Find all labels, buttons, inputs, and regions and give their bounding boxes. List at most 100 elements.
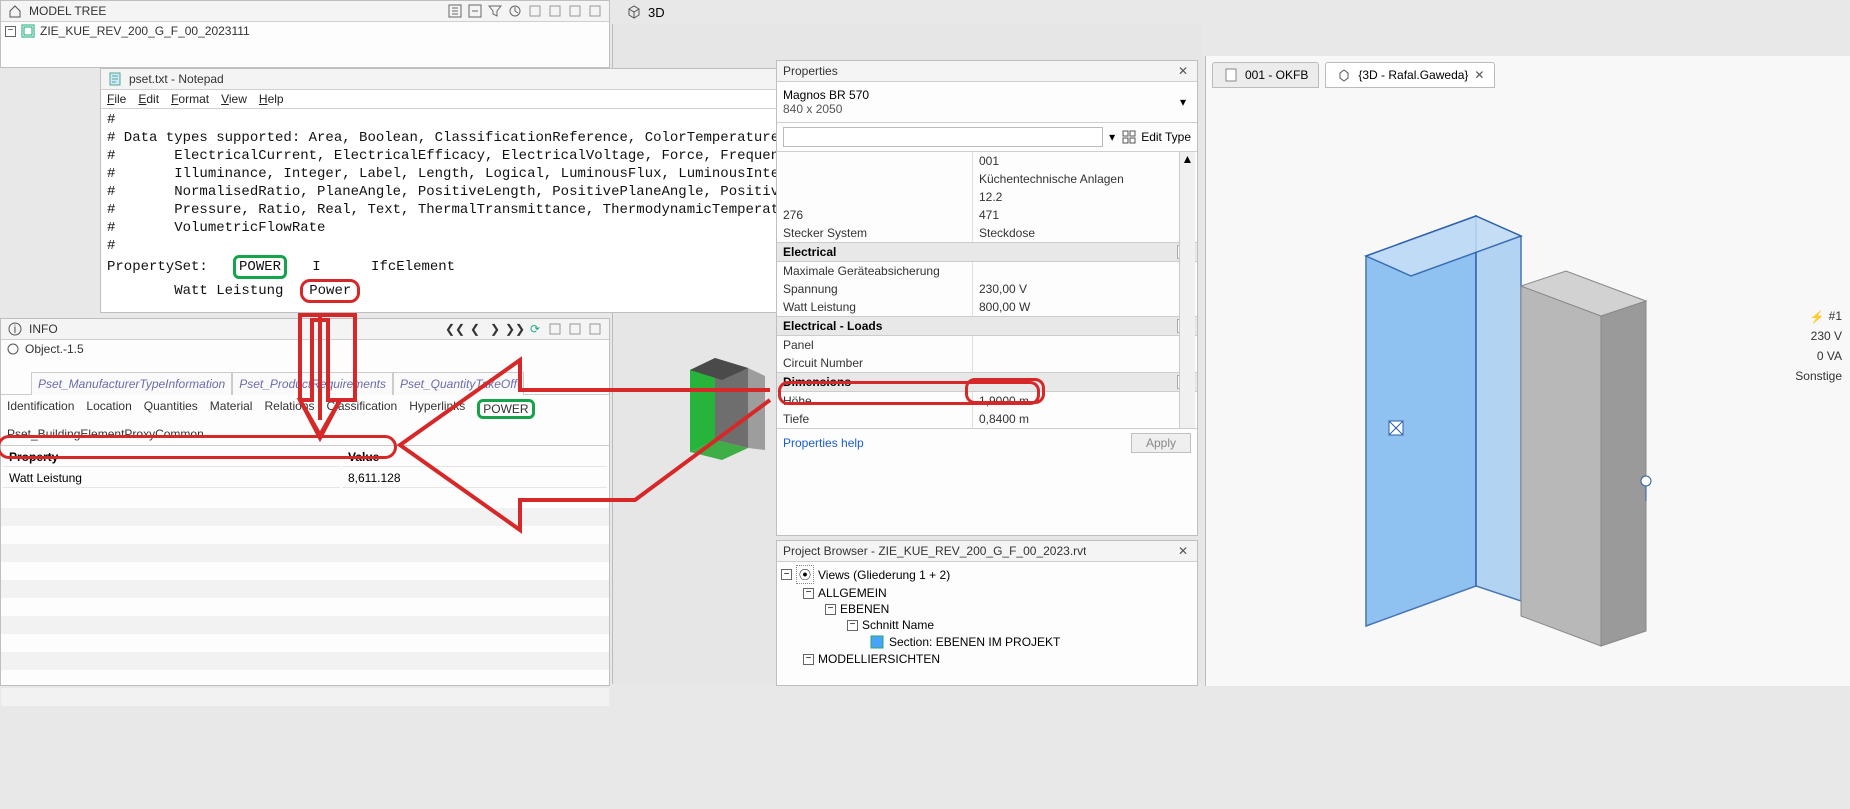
tab-identification[interactable]: Identification — [1, 395, 80, 423]
prop-row[interactable]: Panel — [777, 336, 1197, 354]
info-sub-tabs[interactable]: Identification Location Quantities Mater… — [1, 395, 609, 446]
browser-node-allgemein[interactable]: − ALLGEMEIN — [781, 585, 1193, 601]
menu-format[interactable]: Format — [171, 92, 209, 106]
menu-edit[interactable]: Edit — [138, 92, 159, 106]
tree-filter-icon[interactable] — [487, 3, 503, 19]
prop-key: Stecker System — [777, 224, 972, 242]
tab-quantities[interactable]: Quantities — [138, 395, 204, 423]
tree-collapse-icon[interactable] — [467, 3, 483, 19]
view-tab-3d-active[interactable]: {3D - Rafal.Gaweda} ✕ — [1325, 62, 1495, 88]
browser-node-modellier[interactable]: − MODELLIERSICHTEN — [781, 651, 1193, 667]
tree-root-row[interactable]: − ZIE_KUE_REV_200_G_F_00_2023111 — [1, 22, 609, 40]
col-property: Property — [3, 448, 340, 467]
properties-help-link[interactable]: Properties help — [783, 436, 864, 450]
tree-toggle-icon[interactable]: − — [847, 620, 858, 631]
prop-row[interactable]: Tiefe0,8400 m — [777, 410, 1197, 428]
prop-group-header[interactable]: Electrical - Loads⌄ — [777, 316, 1197, 336]
tree-file-label: ZIE_KUE_REV_200_G_F_00_2023111 — [40, 24, 250, 38]
tree-toggle-icon[interactable]: − — [781, 569, 792, 580]
col-value: Value — [342, 448, 607, 467]
prop-row[interactable]: 12.2 — [777, 188, 1197, 206]
tab-material[interactable]: Material — [204, 395, 259, 423]
box-icon[interactable] — [527, 3, 543, 19]
refresh-icon[interactable]: ⟳ — [527, 321, 543, 337]
menu-help[interactable]: Help — [259, 92, 284, 106]
table-row[interactable]: Watt Leistung 8,611.128 — [3, 469, 607, 488]
box-icon[interactable] — [567, 321, 583, 337]
tree-toggle-icon[interactable]: − — [803, 654, 814, 665]
project-browser-title: Project Browser - ZIE_KUE_REV_200_G_F_00… — [783, 544, 1086, 558]
tree-sync-icon[interactable] — [507, 3, 523, 19]
prop-group-header[interactable]: Electrical⌄ — [777, 242, 1197, 262]
prop-key: Panel — [777, 336, 972, 354]
cube-3d-icon — [626, 4, 642, 20]
view-tab-okfb[interactable]: 001 - OKFB — [1212, 62, 1319, 88]
browser-node-ebenen[interactable]: − EBENEN — [781, 601, 1193, 617]
tab-relations[interactable]: Relations — [258, 395, 320, 423]
prop-key: 276 — [777, 206, 972, 224]
nav-last-icon[interactable]: ❯❯ — [507, 321, 523, 337]
tab-location[interactable]: Location — [80, 395, 137, 423]
scrollbar[interactable]: ▲ — [1179, 152, 1195, 428]
prop-val: 001 — [972, 152, 1197, 170]
prop-row[interactable]: Spannung230,00 V — [777, 280, 1197, 298]
tab-pset-qto[interactable]: Pset_QuantityTakeOff — [393, 372, 524, 395]
highlight-power-tab: POWER — [477, 399, 534, 419]
box-icon[interactable] — [547, 321, 563, 337]
prop-val: Küchentechnische Anlagen — [972, 170, 1197, 188]
prop-row[interactable]: Höhe1,9000 m — [777, 392, 1197, 410]
chevron-down-icon[interactable]: ▾ — [1175, 94, 1191, 110]
close-icon[interactable]: ✕ — [1474, 68, 1484, 82]
close-icon[interactable]: ✕ — [1175, 543, 1191, 559]
prop-row[interactable]: Stecker SystemSteckdose — [777, 224, 1197, 242]
prop-row[interactable]: Watt Leistung800,00 W — [777, 298, 1197, 316]
prop-row[interactable]: Circuit Number — [777, 354, 1197, 372]
edit-type-button[interactable]: Edit Type — [1141, 130, 1191, 144]
notepad-title: pset.txt - Notepad — [129, 72, 224, 86]
prop-val: Steckdose — [972, 224, 1197, 242]
tree-toggle-icon[interactable]: − — [825, 604, 836, 615]
tab-classification[interactable]: Classification — [321, 395, 404, 423]
browser-node-views[interactable]: − ⦿ Views (Gliederung 1 + 2) — [781, 564, 1193, 585]
tree-expand-icon[interactable] — [447, 3, 463, 19]
prop-val — [972, 336, 1197, 354]
close-icon[interactable]: ✕ — [1175, 63, 1191, 79]
apply-button[interactable]: Apply — [1131, 433, 1191, 453]
sheet-icon — [1223, 67, 1239, 83]
prop-row[interactable]: 001 — [777, 152, 1197, 170]
info-header: i INFO ❮❮ ❮ ❯ ❯❯ ⟳ — [1, 319, 609, 340]
viewport-geometry-large[interactable] — [1326, 206, 1746, 686]
menu-file[interactable]: File — [107, 92, 126, 106]
menu-view[interactable]: View — [221, 92, 247, 106]
tab-hyperlinks[interactable]: Hyperlinks — [403, 395, 471, 423]
tab-power[interactable]: POWER — [471, 395, 540, 423]
box-icon[interactable] — [567, 3, 583, 19]
edit-type-icon — [1121, 129, 1137, 145]
tree-toggle-icon[interactable]: − — [5, 26, 16, 37]
info-title: INFO — [29, 322, 58, 336]
tab-pset-mfr[interactable]: Pset_ManufacturerTypeInformation — [31, 372, 232, 395]
viewport-3d-label: 3D — [648, 5, 665, 20]
prop-group-header[interactable]: Dimensions⌄ — [777, 372, 1197, 392]
highlight-prop-type: Power — [300, 279, 360, 303]
prop-row[interactable]: Küchentechnische Anlagen — [777, 170, 1197, 188]
tab-pset-proxy[interactable]: Pset_BuildingElementProxyCommon — [1, 423, 210, 445]
box-icon[interactable] — [587, 3, 603, 19]
box-icon[interactable] — [587, 321, 603, 337]
prop-row[interactable]: 276471 — [777, 206, 1197, 224]
info-category-tabs[interactable]: Pset_ManufacturerTypeInformation Pset_Pr… — [1, 372, 609, 395]
box-icon[interactable] — [547, 3, 563, 19]
browser-node-schnitt[interactable]: − Schnitt Name — [781, 617, 1193, 633]
prop-key: Tiefe — [777, 410, 972, 428]
prop-row[interactable]: Maximale Geräteabsicherung — [777, 262, 1197, 280]
info-object-row[interactable]: Object.-1.5 — [1, 340, 609, 358]
type-selector[interactable] — [783, 127, 1103, 147]
nav-prev-icon[interactable]: ❮ — [467, 321, 483, 337]
tree-toggle-icon[interactable]: − — [803, 588, 814, 599]
tab-pset-prodreq[interactable]: Pset_ProductRequirements — [232, 372, 393, 395]
ifc-file-icon — [20, 23, 36, 39]
nav-first-icon[interactable]: ❮❮ — [447, 321, 463, 337]
nav-next-icon[interactable]: ❯ — [487, 321, 503, 337]
browser-node-section[interactable]: Section: EBENEN IM PROJEKT — [781, 633, 1193, 651]
properties-header: Properties ✕ — [777, 61, 1197, 82]
